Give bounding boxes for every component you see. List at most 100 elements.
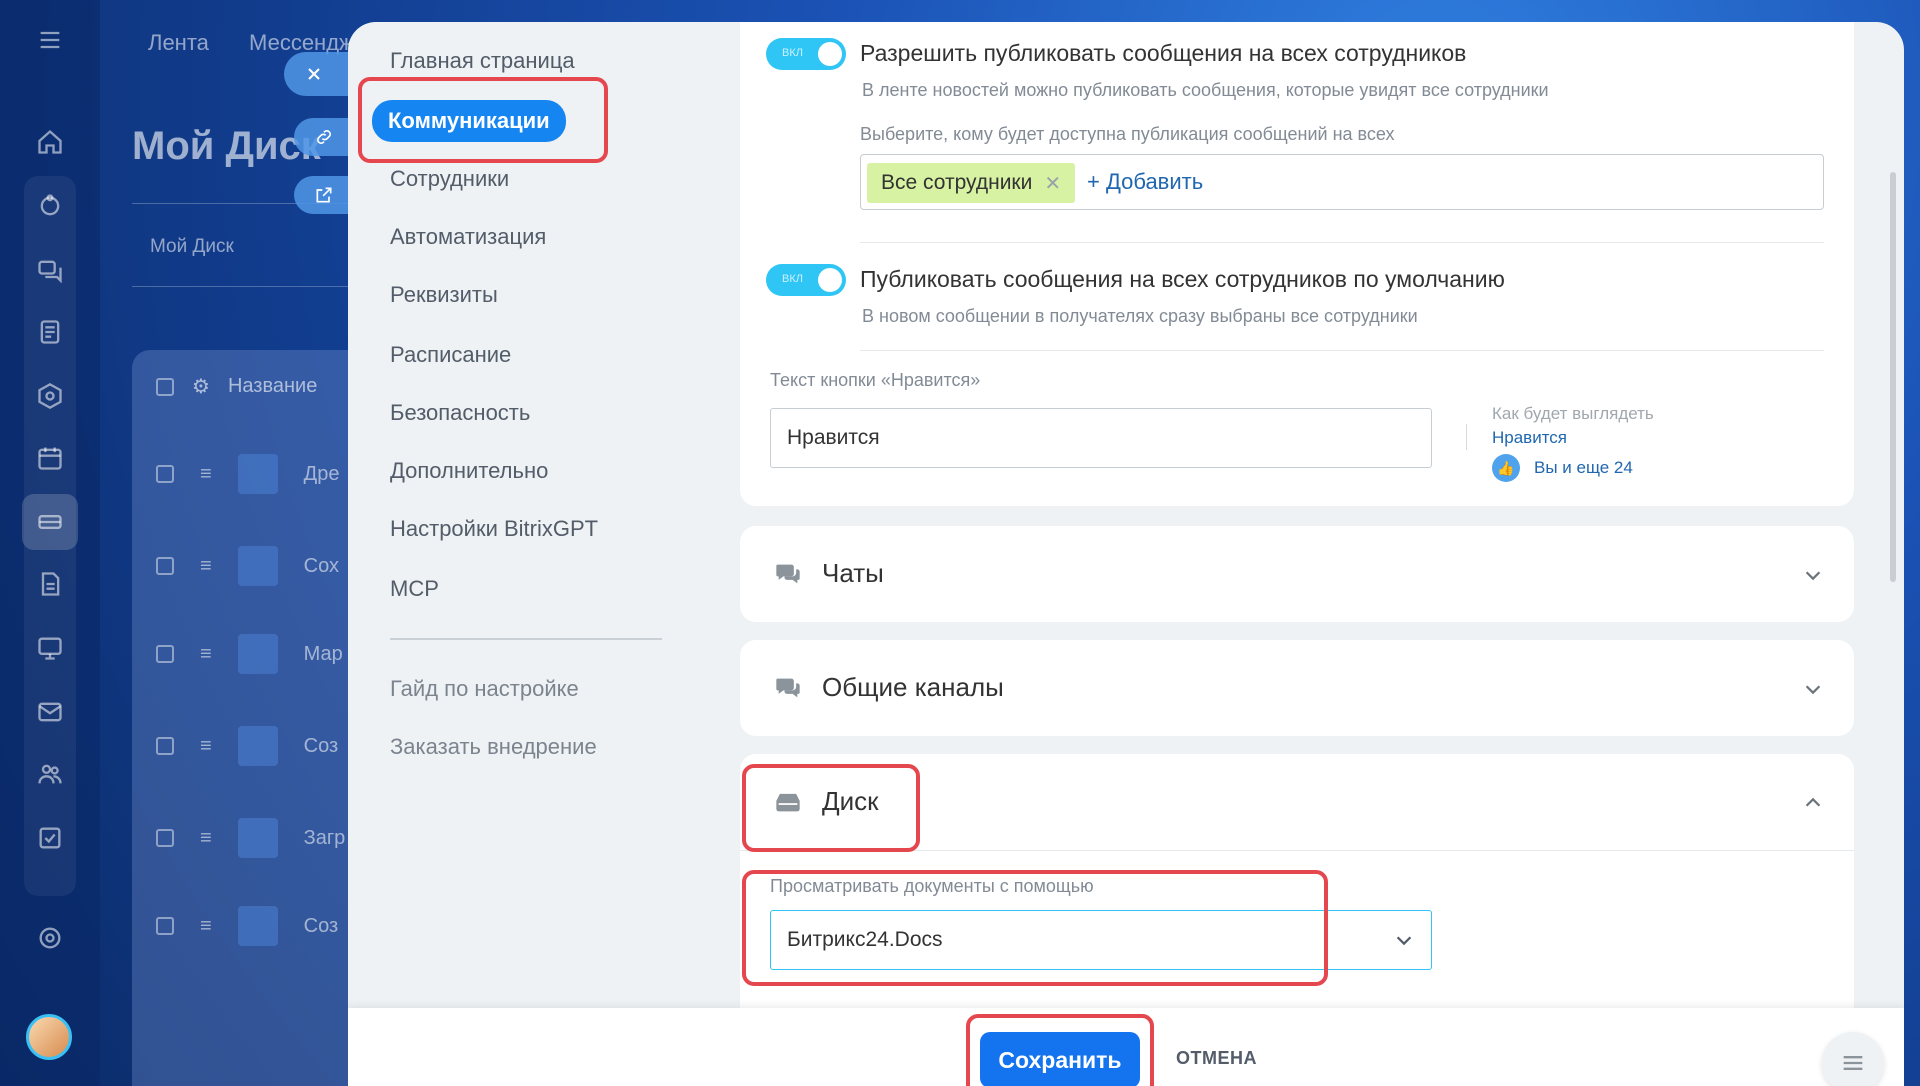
topnav-feed[interactable]: Лента <box>148 30 209 55</box>
chevron-up-icon[interactable] <box>1802 792 1824 814</box>
row-name[interactable]: Загр <box>304 827 346 850</box>
external-link-icon <box>316 187 332 203</box>
close-slider-button[interactable] <box>284 52 354 96</box>
menu-item-bitrixgpt[interactable]: Настройки BitrixGPT <box>390 516 598 542</box>
menu-list-button[interactable] <box>1822 1032 1884 1086</box>
drag-handle-icon[interactable]: ≡ <box>200 463 212 486</box>
mail-icon[interactable] <box>34 696 66 728</box>
boards-icon[interactable] <box>34 632 66 664</box>
drag-handle-icon[interactable]: ≡ <box>200 643 212 666</box>
menu-icon[interactable] <box>34 24 66 56</box>
row-checkbox[interactable] <box>156 737 174 755</box>
preview-like-text: Нравится <box>1492 428 1568 447</box>
divider <box>860 350 1824 351</box>
row-checkbox[interactable] <box>156 465 174 483</box>
cancel-button[interactable]: ОТМЕНА <box>1176 1048 1257 1069</box>
drag-handle-icon[interactable]: ≡ <box>200 827 212 850</box>
copy-link-button[interactable] <box>294 118 354 156</box>
highlight-save <box>966 1014 1154 1086</box>
table-row[interactable]: ≡ Соз <box>156 726 338 766</box>
breadcrumb[interactable]: Мой Диск <box>150 236 234 258</box>
default-all-toggle[interactable]: ВКЛ <box>766 264 846 296</box>
table-header: ⚙ Название <box>156 374 317 399</box>
table-row[interactable]: ≡ Загр <box>156 818 345 858</box>
preview-divider <box>1466 424 1467 450</box>
preview-who-liked: Вы и еще 24 <box>1534 458 1633 477</box>
drag-handle-icon[interactable]: ≡ <box>200 555 212 578</box>
settings-icon[interactable] <box>34 922 66 954</box>
menu-item-home[interactable]: Главная страница <box>390 48 575 74</box>
disk-icon[interactable] <box>22 494 78 550</box>
menu-item-employees[interactable]: Сотрудники <box>390 166 509 192</box>
setup-guide-link[interactable]: Гайд по настройке <box>390 676 579 702</box>
settings-panel: Главная страница Коммуникации Сотрудники… <box>348 22 1904 1086</box>
channels-section[interactable]: Общие каналы <box>740 640 1854 736</box>
row-checkbox[interactable] <box>156 829 174 847</box>
drag-handle-icon[interactable]: ≡ <box>200 915 212 938</box>
divider <box>860 242 1824 243</box>
row-name[interactable]: Дре <box>304 463 340 486</box>
chat-icon[interactable] <box>34 254 66 286</box>
allow-all-toggle[interactable]: ВКЛ <box>766 38 846 70</box>
allow-all-hint: В ленте новостей можно публиковать сообщ… <box>862 80 1549 100</box>
menu-divider <box>390 638 662 640</box>
chevron-down-icon[interactable] <box>1802 678 1824 700</box>
folder-icon <box>237 818 278 858</box>
feed-icon[interactable] <box>34 316 66 348</box>
table-row[interactable]: ≡ Сох <box>156 546 339 586</box>
close-icon <box>308 68 320 80</box>
row-checkbox[interactable] <box>156 917 174 935</box>
toggle-knob <box>818 268 842 292</box>
menu-item-security[interactable]: Безопасность <box>390 400 530 426</box>
documents-icon[interactable] <box>34 568 66 600</box>
table-row[interactable]: ≡ Соз <box>156 906 338 946</box>
highlight-viewer-select <box>742 870 1328 986</box>
menu-item-mcp[interactable]: MCP <box>390 576 439 602</box>
divider <box>132 286 352 287</box>
calendar-icon[interactable] <box>34 442 66 474</box>
default-all-title: Публиковать сообщения на всех сотруднико… <box>860 266 1505 292</box>
menu-item-requisites[interactable]: Реквизиты <box>390 282 498 308</box>
order-implementation-link[interactable]: Заказать внедрение <box>390 734 597 760</box>
gear-icon[interactable]: ⚙ <box>192 374 210 399</box>
remove-tag-icon[interactable]: ✕ <box>1044 171 1061 196</box>
tasks-icon[interactable] <box>34 822 66 854</box>
toggle-label: ВКЛ <box>782 273 803 285</box>
channels-icon <box>776 678 800 698</box>
table-row[interactable]: ≡ Дре <box>156 454 339 494</box>
select-all-checkbox[interactable] <box>156 377 174 396</box>
drag-handle-icon[interactable]: ≡ <box>200 735 212 758</box>
like-text-label: Текст кнопки «Нравится» <box>770 370 981 390</box>
folder-icon <box>237 634 278 674</box>
row-name[interactable]: Соз <box>304 735 339 758</box>
menu-item-additional[interactable]: Дополнительно <box>390 458 548 484</box>
recipients-selector[interactable]: Все сотрудники ✕ + Добавить <box>860 154 1824 210</box>
row-name[interactable]: Соз <box>304 915 339 938</box>
chats-section[interactable]: Чаты <box>740 526 1854 622</box>
table-row[interactable]: ≡ Мар <box>156 634 343 674</box>
home-icon[interactable] <box>34 126 66 158</box>
row-checkbox[interactable] <box>156 557 174 575</box>
chevron-down-icon <box>1396 936 1412 946</box>
preview-title: Как будет выглядеть <box>1492 404 1654 423</box>
disk-page-title: Мой Диск <box>132 124 321 168</box>
scrollbar[interactable] <box>1890 172 1896 582</box>
add-recipient-link[interactable]: + Добавить <box>1087 169 1203 195</box>
employees-icon[interactable] <box>34 758 66 790</box>
column-name[interactable]: Название <box>228 375 317 398</box>
user-avatar[interactable] <box>26 1014 72 1060</box>
open-new-window-button[interactable] <box>294 176 354 214</box>
like-text-input[interactable]: Нравится <box>770 408 1432 468</box>
groups-icon[interactable] <box>34 380 66 412</box>
row-checkbox[interactable] <box>156 645 174 663</box>
row-name[interactable]: Мар <box>304 643 343 666</box>
row-name[interactable]: Сох <box>304 555 339 578</box>
crm-icon[interactable] <box>34 190 66 222</box>
chevron-down-icon[interactable] <box>1802 564 1824 586</box>
doc-file-icon <box>237 726 278 766</box>
folder-icon <box>237 546 278 586</box>
menu-item-automation[interactable]: Автоматизация <box>390 224 546 250</box>
toggle-knob <box>818 42 842 66</box>
tag-label: Все сотрудники <box>881 171 1033 194</box>
menu-item-schedule[interactable]: Расписание <box>390 342 511 368</box>
